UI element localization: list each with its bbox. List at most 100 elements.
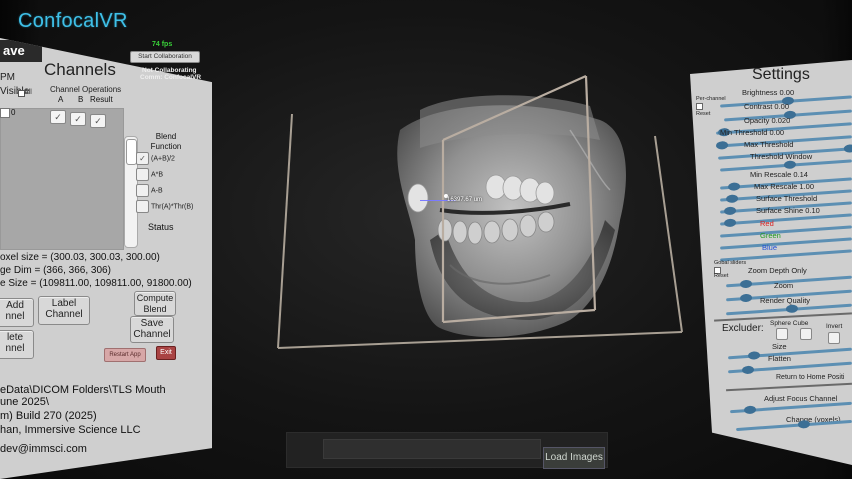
blend-option-avg[interactable]: ✓ (A+B)/2: [136, 152, 175, 165]
channel-index: 0: [11, 108, 16, 117]
exit-button[interactable]: Exit: [156, 346, 176, 360]
adjust-focus-label: Adjust Focus Channel: [764, 394, 838, 403]
channel-operations-label: Channel Operations: [50, 85, 122, 94]
max-threshold-knob[interactable]: [843, 144, 852, 153]
focus-channel-knob[interactable]: [743, 405, 757, 415]
company-info: han, Immersive Science LLC: [0, 424, 141, 436]
column-result-label: Result: [90, 95, 113, 104]
collaboration-status: Not Collaborating: [142, 67, 197, 74]
surface-shine-knob[interactable]: [723, 218, 737, 228]
size-label: Size: [772, 342, 787, 351]
opacity-label: Opacity 0.020: [744, 116, 791, 125]
zoom-knob[interactable]: [739, 293, 753, 303]
add-channel-button[interactable]: Add nnel: [0, 298, 34, 327]
contrast-label: Contrast 0.00: [744, 102, 790, 111]
label-channel-button[interactable]: Label Channel: [38, 296, 90, 325]
restart-app-button[interactable]: Restart App: [104, 348, 146, 362]
check-icon: ✓: [136, 152, 149, 165]
cube-checkbox[interactable]: [800, 328, 812, 340]
reset-label: Reset: [696, 111, 711, 117]
green-slider[interactable]: [720, 237, 852, 250]
start-collaboration-button[interactable]: Start Collaboration: [130, 51, 200, 63]
render-quality-label: Render Quality: [760, 296, 811, 305]
invert-label: Invert: [826, 323, 843, 330]
reset-global-label: Reset: [714, 273, 729, 279]
red-label: Red: [760, 219, 774, 228]
max-rescale-label: Max Rescale 1.00: [754, 182, 815, 191]
op-b-checkbox[interactable]: ✓: [70, 112, 86, 126]
sphere-checkbox[interactable]: [776, 328, 788, 340]
per-channel-checkbox[interactable]: [696, 103, 703, 110]
flatten-knob[interactable]: [741, 365, 755, 375]
channels-title: Channels: [44, 60, 116, 79]
zoom-depth-label: Zoom Depth Only: [748, 266, 807, 275]
flatten-label: Flatten: [768, 354, 791, 363]
comm-status: Comm: ConfocalVR: [140, 74, 202, 81]
min-threshold-label: Min Threshold 0.00: [720, 128, 785, 137]
file-path-line2: une 2025\: [0, 396, 49, 408]
op-result-checkbox[interactable]: ✓: [90, 114, 106, 128]
contact-email: dev@immsci.com: [0, 443, 87, 455]
separator: [726, 382, 852, 392]
volume-viewer[interactable]: [270, 70, 690, 370]
surface-threshold-knob[interactable]: [723, 206, 737, 216]
file-path-line1: eData\DICOM Folders\TLS Mouth: [0, 384, 166, 396]
sphere-cube-label: Sphere Cube: [770, 320, 809, 327]
channel-list[interactable]: [0, 108, 124, 250]
voxel-size-text: oxel size = (300.03, 300.03, 300.00): [0, 252, 160, 263]
load-images-button[interactable]: Load Images: [543, 447, 605, 469]
brightness-label: Brightness 0.00: [742, 88, 795, 97]
compute-blend-button[interactable]: Compute Blend: [134, 291, 176, 316]
time-label: PM: [0, 72, 15, 83]
blend-function-label: Blend Function: [150, 132, 182, 151]
image-size-text: e Size = (109811.00, 109811.00, 91800.00…: [0, 278, 192, 289]
blend-option-sub[interactable]: A-B: [136, 184, 163, 197]
all-label: All: [24, 89, 32, 96]
app-title: ConfocalVR: [18, 10, 128, 32]
channels-panel: ave Channels PM Visible All Channel Oper…: [0, 38, 212, 479]
blend-checkbox: [136, 200, 149, 213]
max-threshold-label: Max Threshold: [744, 140, 794, 149]
file-path-input[interactable]: [323, 439, 541, 459]
image-dim-text: ge Dim = (366, 366, 306): [0, 265, 111, 276]
global-sliders-label: Gobal sliders: [714, 260, 747, 266]
delete-channel-button[interactable]: lete nnel: [0, 330, 34, 359]
min-rescale-knob[interactable]: [727, 182, 741, 192]
focus-channel-slider[interactable]: [730, 401, 852, 415]
per-channel-label: Per-channel: [696, 96, 726, 102]
blend-checkbox: [136, 168, 149, 181]
render-quality-knob[interactable]: [785, 304, 799, 314]
surface-shine-slider[interactable]: [720, 213, 852, 228]
column-b-label: B: [78, 95, 84, 104]
blue-label: Blue: [762, 243, 778, 252]
size-knob[interactable]: [747, 351, 761, 360]
min-rescale-label: Min Rescale 0.14: [750, 170, 808, 179]
threshold-window-knob[interactable]: [783, 160, 797, 170]
min-threshold-knob[interactable]: [715, 140, 729, 150]
save-channel-button[interactable]: Save Channel: [130, 316, 174, 343]
settings-panel: Settings Per-channel Reset Brightness 0.…: [690, 60, 852, 465]
blend-option-mult[interactable]: A*B: [136, 168, 163, 181]
change-voxels-knob[interactable]: [797, 419, 811, 429]
op-a-checkbox[interactable]: ✓: [50, 110, 66, 124]
zoom-label: Zoom: [774, 281, 794, 290]
status-label: Status: [148, 222, 174, 232]
invert-checkbox[interactable]: [828, 332, 840, 344]
threshold-window-label: Threshold Window: [750, 152, 813, 161]
channel-visible-checkbox[interactable]: [0, 108, 10, 118]
surface-threshold-label: Surface Threshold: [756, 194, 818, 203]
measurement-label: 16397.67 um: [447, 197, 483, 203]
surface-shine-label: Surface Shine 0.10: [756, 206, 820, 215]
green-label: Green: [760, 231, 781, 240]
fps-counter: 74 fps: [152, 41, 173, 48]
zoom-depth-knob[interactable]: [739, 279, 753, 289]
return-home-button[interactable]: Return to Home Positi: [776, 374, 844, 381]
red-slider[interactable]: [720, 225, 852, 238]
load-bar: Load Images: [286, 432, 608, 469]
blend-option-thr[interactable]: Thr(A)*Thr(B): [136, 200, 193, 213]
flatten-slider[interactable]: [728, 361, 852, 375]
build-info: m) Build 270 (2025): [0, 410, 97, 422]
max-rescale-knob[interactable]: [725, 194, 739, 204]
column-a-label: A: [58, 95, 64, 104]
blend-checkbox: [136, 184, 149, 197]
